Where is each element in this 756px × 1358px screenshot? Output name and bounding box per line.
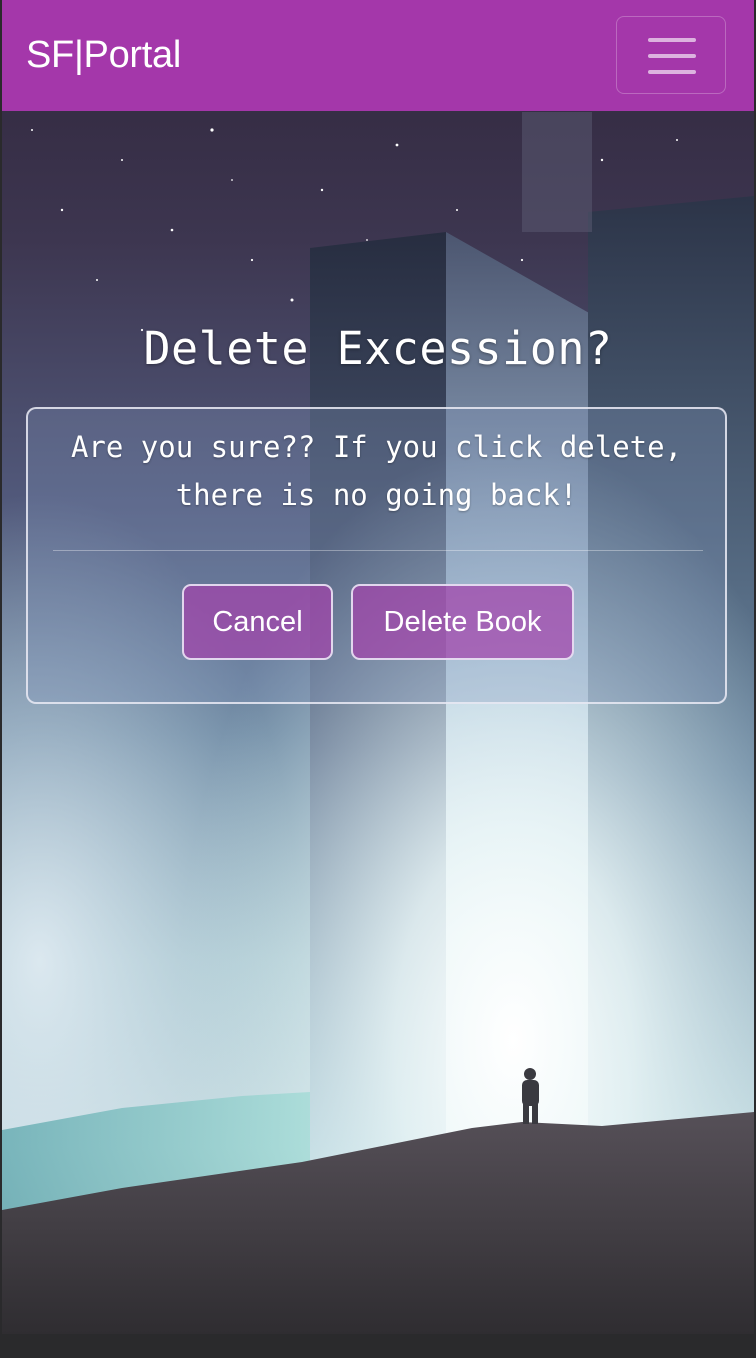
delete-book-button[interactable]: Delete Book (351, 584, 574, 660)
bottom-bar (0, 1334, 756, 1358)
menu-toggle-button[interactable] (616, 16, 726, 94)
brand-logo[interactable]: SF|Portal (26, 33, 181, 77)
delete-confirm-card: Are you sure?? If you click delete, ther… (26, 407, 727, 704)
menu-icon-bar (648, 54, 696, 58)
cancel-button[interactable]: Cancel (182, 584, 333, 660)
page-title: Delete Excession? (143, 322, 613, 375)
menu-icon-bar (648, 70, 696, 74)
navbar: SF|Portal (2, 0, 754, 111)
divider (53, 550, 703, 551)
page: SF|Portal Delete Excession? Are you sure… (2, 0, 754, 1334)
confirm-message: Are you sure?? If you click delete, ther… (70, 430, 683, 512)
menu-icon (648, 38, 696, 42)
